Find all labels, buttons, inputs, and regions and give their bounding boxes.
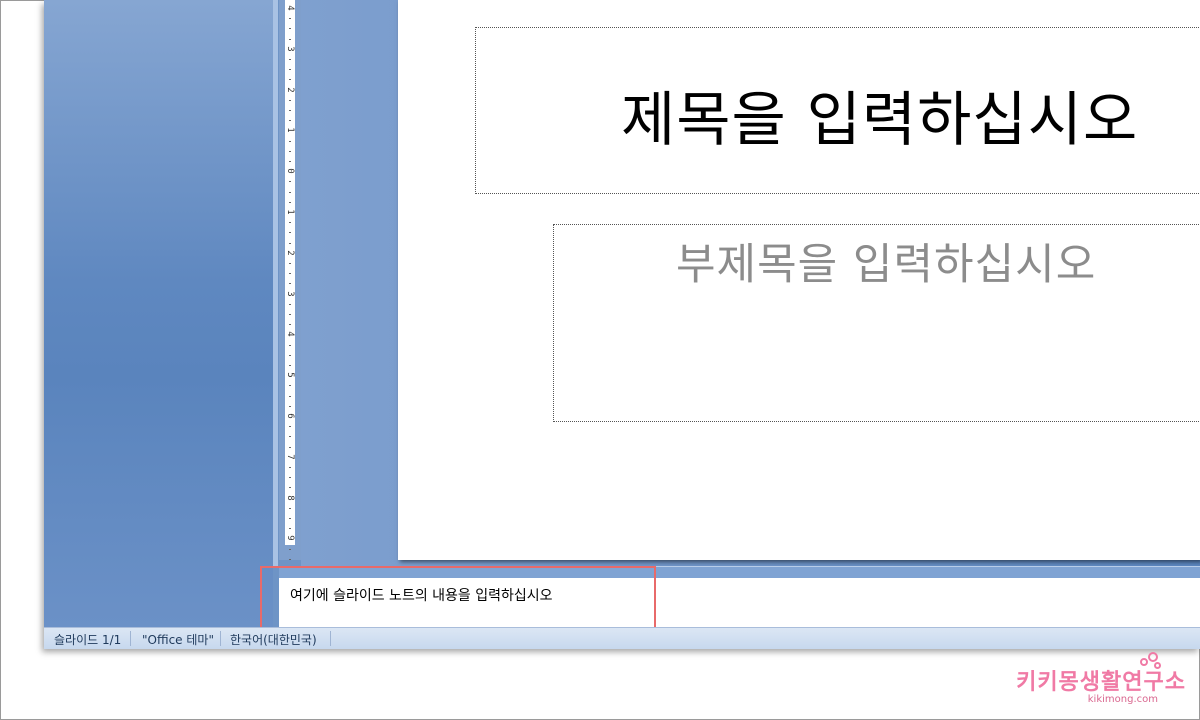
ruler-number: 1 — [285, 209, 295, 215]
ruler-tick — [289, 161, 291, 162]
ruler-tick — [289, 181, 291, 183]
status-theme[interactable]: "Office 테마" — [142, 631, 214, 648]
ruler-tick — [289, 140, 291, 142]
ruler-tick — [289, 283, 291, 285]
ruler-tick — [289, 558, 291, 560]
ruler-tick — [289, 324, 291, 326]
ruler-tick — [289, 303, 291, 305]
ruler-tick — [289, 528, 291, 530]
ruler-tick — [289, 385, 291, 387]
ruler-tick — [289, 487, 291, 489]
ruler-tick — [289, 18, 291, 20]
ruler-number: 2 — [285, 250, 295, 256]
ruler-tick — [289, 201, 291, 203]
title-placeholder-text[interactable]: 제목을 입력하십시오 — [621, 72, 1138, 157]
ruler-number: 4 — [285, 331, 295, 338]
ruler-number: 5 — [285, 372, 295, 378]
ruler-number: 7 — [285, 454, 295, 460]
ruler-tick — [289, 395, 291, 397]
ruler-tick — [289, 222, 291, 224]
status-bar: 슬라이드 1/1 "Office 테마" 한국어(대한민국) — [44, 627, 1200, 649]
ruler-tick — [289, 426, 291, 428]
ruler-tick — [289, 446, 291, 448]
ruler-tick — [289, 263, 291, 264]
ruler-number: 8 — [285, 494, 295, 501]
ruler-tick — [289, 110, 291, 111]
ruler-tick — [289, 507, 291, 509]
subtitle-placeholder-text[interactable]: 부제목을 입력하십시오 — [676, 230, 1096, 292]
ruler-tick — [289, 477, 291, 479]
ruler-tick — [289, 150, 291, 152]
ruler-number: 3 — [285, 46, 295, 52]
ruler-tick — [289, 518, 291, 519]
ruler-number: 2 — [285, 86, 295, 93]
ruler-strip: 4 3 2 1 0 1 2 3 4 5 6 7 8 9 — [285, 0, 295, 570]
ruler-tick — [289, 365, 291, 366]
ruler-number: 1 — [285, 127, 295, 134]
ruler-tick — [289, 273, 291, 275]
ruler-tick — [289, 232, 291, 234]
ruler-tick — [289, 436, 291, 438]
ruler-number: 9 — [285, 535, 295, 542]
ruler-tick — [289, 467, 291, 468]
ruler-tick — [289, 344, 291, 346]
status-separator — [330, 631, 331, 646]
ruler-tick — [289, 28, 291, 30]
slides-outline-pane[interactable] — [44, 0, 273, 627]
ruler-tick — [289, 69, 291, 71]
ruler-tick — [289, 38, 291, 40]
ruler-tick — [289, 79, 291, 81]
ruler-tick — [289, 99, 291, 101]
ruler-number: 4 — [285, 5, 295, 11]
ruler-tick — [289, 191, 291, 193]
ruler-tick — [289, 314, 291, 315]
status-separator — [220, 631, 221, 646]
status-slide-counter: 슬라이드 1/1 — [54, 633, 122, 647]
pane-splitter[interactable] — [273, 0, 278, 566]
ruler-number: 0 — [285, 168, 295, 174]
watermark-brand: 키키몽생활연구소 — [1016, 670, 1186, 695]
ruler-tick — [289, 354, 291, 356]
ruler-number: 6 — [285, 413, 295, 419]
ruler-tick — [289, 548, 291, 550]
vertical-ruler: 4 3 2 1 0 1 2 3 4 5 6 7 8 9 — [279, 0, 301, 570]
watermark-logo: 키키몽생활연구소 kikimong.com — [1016, 652, 1186, 705]
ruler-tick — [289, 242, 291, 244]
status-language[interactable]: 한국어(대한민국) — [230, 631, 317, 648]
ruler-tick — [289, 120, 291, 122]
status-separator — [130, 631, 131, 646]
ruler-number: 3 — [285, 290, 295, 297]
ruler-tick — [289, 59, 291, 60]
ruler-tick — [289, 405, 291, 407]
